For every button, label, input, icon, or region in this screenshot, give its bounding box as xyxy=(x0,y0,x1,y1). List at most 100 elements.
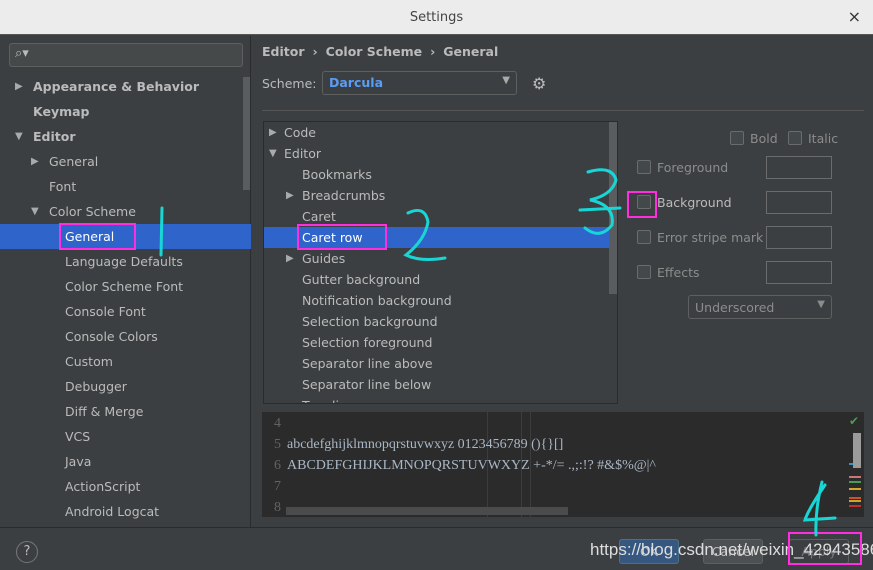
italic-label: Italic xyxy=(808,131,839,146)
effect-type-value: Underscored xyxy=(695,300,775,315)
foreground-checkbox[interactable] xyxy=(637,160,651,174)
tree-item-label: Breadcrumbs xyxy=(302,188,386,203)
tree-scrollbar[interactable] xyxy=(609,122,617,294)
sidebar-item-label: Color Scheme xyxy=(49,204,136,219)
sidebar-item[interactable]: Android Logcat xyxy=(0,499,251,524)
sidebar-item-label: Editor xyxy=(33,129,76,144)
chevron-down-icon: ▼ xyxy=(817,299,825,310)
sidebar-item-label: Console Font xyxy=(65,304,146,319)
sidebar-item-label: Diff & Merge xyxy=(65,404,144,419)
line-number: 5 xyxy=(274,437,281,452)
foreground-label: Foreground xyxy=(657,160,729,175)
inspection-ok-icon: ✔ xyxy=(849,414,860,428)
sidebar-item-label: Language Defaults xyxy=(65,254,183,269)
chevron-down-icon[interactable]: ▼ xyxy=(15,124,23,149)
sidebar-item[interactable]: Debugger xyxy=(0,374,251,399)
window-title: Settings xyxy=(409,10,464,25)
bold-label: Bold xyxy=(750,131,778,146)
tree-item[interactable]: Bookmarks xyxy=(264,164,609,185)
tree-item-label: Separator line above xyxy=(302,356,433,371)
tree-item[interactable]: Notification background xyxy=(264,290,609,311)
search-input[interactable]: ⌕▾ xyxy=(9,43,243,67)
sidebar-item-label: Keymap xyxy=(33,104,90,119)
scheme-select[interactable]: Darcula ▼ xyxy=(322,71,517,95)
code-line: ABCDEFGHIJKLMNOPQRSTUVWXYZ +-*/= .,;:!? … xyxy=(287,458,656,473)
error-stripe-checkbox[interactable] xyxy=(637,230,651,244)
tree-item-label: Bookmarks xyxy=(302,167,372,182)
effects-swatch[interactable] xyxy=(766,261,832,284)
tree-item-label: Selection background xyxy=(302,314,438,329)
sidebar-item[interactable]: ▶ Appearance & Behavior xyxy=(0,74,251,99)
tree-item[interactable]: ▶ Breadcrumbs xyxy=(264,185,609,206)
annotation-box xyxy=(297,224,387,250)
code-line: abcdefghijklmnopqrstuvwxyz 0123456789 ()… xyxy=(287,437,564,452)
tree-item[interactable]: ▶ Guides xyxy=(264,248,609,269)
tree-item-label: Tear line xyxy=(302,395,355,403)
tree-item[interactable]: Separator line above xyxy=(264,353,609,374)
sidebar-item[interactable]: ▶ General xyxy=(0,149,251,174)
effects-checkbox[interactable] xyxy=(637,265,651,279)
chevron-down-icon[interactable]: ▼ xyxy=(269,143,277,164)
sidebar-item-label: General xyxy=(49,154,99,169)
tree-item-label: Guides xyxy=(302,251,346,266)
sidebar-item[interactable]: Console Font xyxy=(0,299,251,324)
sidebar-item[interactable]: ▼ Editor xyxy=(0,124,251,149)
tree-item[interactable]: Selection background xyxy=(264,311,609,332)
search-icon: ⌕▾ xyxy=(15,46,29,61)
tree-item[interactable]: ▼ Editor xyxy=(264,143,609,164)
sidebar-item-label: Android Logcat xyxy=(65,504,160,519)
foreground-swatch[interactable] xyxy=(766,156,832,179)
line-number: 6 xyxy=(274,458,281,473)
breadcrumb-item[interactable]: Editor xyxy=(262,44,305,59)
sidebar-item-label: Font xyxy=(49,179,77,194)
error-stripe-swatch[interactable] xyxy=(766,226,832,249)
annotation-box xyxy=(788,532,862,565)
tree-item-label: Selection foreground xyxy=(302,335,433,350)
breadcrumb-item: General xyxy=(443,44,499,59)
tree-item-label: Code xyxy=(284,125,317,140)
close-icon[interactable]: × xyxy=(848,7,861,26)
title-bar: Settings × xyxy=(0,0,873,35)
preview-vertical-scrollbar[interactable] xyxy=(853,433,861,468)
chevron-right-icon[interactable]: ▶ xyxy=(269,122,277,143)
chevron-right-icon[interactable]: ▶ xyxy=(286,248,294,269)
tree-item[interactable]: Selection foreground xyxy=(264,332,609,353)
sidebar-item[interactable]: Font xyxy=(0,174,251,199)
sidebar-item[interactable]: Java xyxy=(0,449,251,474)
sidebar-item[interactable]: Color Scheme Font xyxy=(0,274,251,299)
italic-checkbox[interactable] xyxy=(788,131,802,145)
tree-item[interactable]: ▶ Code xyxy=(264,122,609,143)
sidebar-item[interactable]: ActionScript xyxy=(0,474,251,499)
gear-icon[interactable]: ⚙ xyxy=(532,74,546,93)
tree-item[interactable]: Gutter background xyxy=(264,269,609,290)
tree-item[interactable]: Separator line below xyxy=(264,374,609,395)
sidebar-item[interactable]: Language Defaults xyxy=(0,249,251,274)
sidebar-item-label: Console Colors xyxy=(65,329,158,344)
chevron-right-icon[interactable]: ▶ xyxy=(31,149,39,174)
breadcrumb-item[interactable]: Color Scheme xyxy=(326,44,422,59)
tree-item-label: Editor xyxy=(284,146,321,161)
effect-type-select[interactable]: Underscored ▼ xyxy=(688,295,832,319)
sidebar-scrollbar[interactable] xyxy=(243,77,250,190)
preview-editor[interactable]: 4 5 abcdefghijklmnopqrstuvwxyz 0123456789 … xyxy=(262,412,864,517)
preview-horizontal-scrollbar[interactable] xyxy=(286,507,568,515)
sidebar-item[interactable]: Console Colors xyxy=(0,324,251,349)
sidebar-item[interactable]: VCS xyxy=(0,424,251,449)
bold-checkbox[interactable] xyxy=(730,131,744,145)
help-button[interactable]: ? xyxy=(16,541,38,563)
annotation-box xyxy=(59,223,136,250)
chevron-right-icon[interactable]: ▶ xyxy=(286,185,294,206)
background-swatch[interactable] xyxy=(766,191,832,214)
sidebar-item-label: Java xyxy=(65,454,92,469)
sidebar-item[interactable]: Keymap xyxy=(0,99,251,124)
chevron-right-icon[interactable]: ▶ xyxy=(15,74,23,99)
sidebar-item[interactable]: ▼ Color Scheme xyxy=(0,199,251,224)
sidebar-item[interactable]: Custom xyxy=(0,349,251,374)
sidebar-item-label: ActionScript xyxy=(65,479,141,494)
tree-item[interactable]: Tear line xyxy=(264,395,609,403)
chevron-down-icon[interactable]: ▼ xyxy=(31,199,39,224)
sidebar-item[interactable]: Diff & Merge xyxy=(0,399,251,424)
background-label: Background xyxy=(657,195,732,210)
sidebar-item-label: VCS xyxy=(65,429,91,444)
color-tree: ▶ Code ▼ Editor Bookmarks ▶ Breadcrumbs Caret Ca… xyxy=(263,121,618,404)
